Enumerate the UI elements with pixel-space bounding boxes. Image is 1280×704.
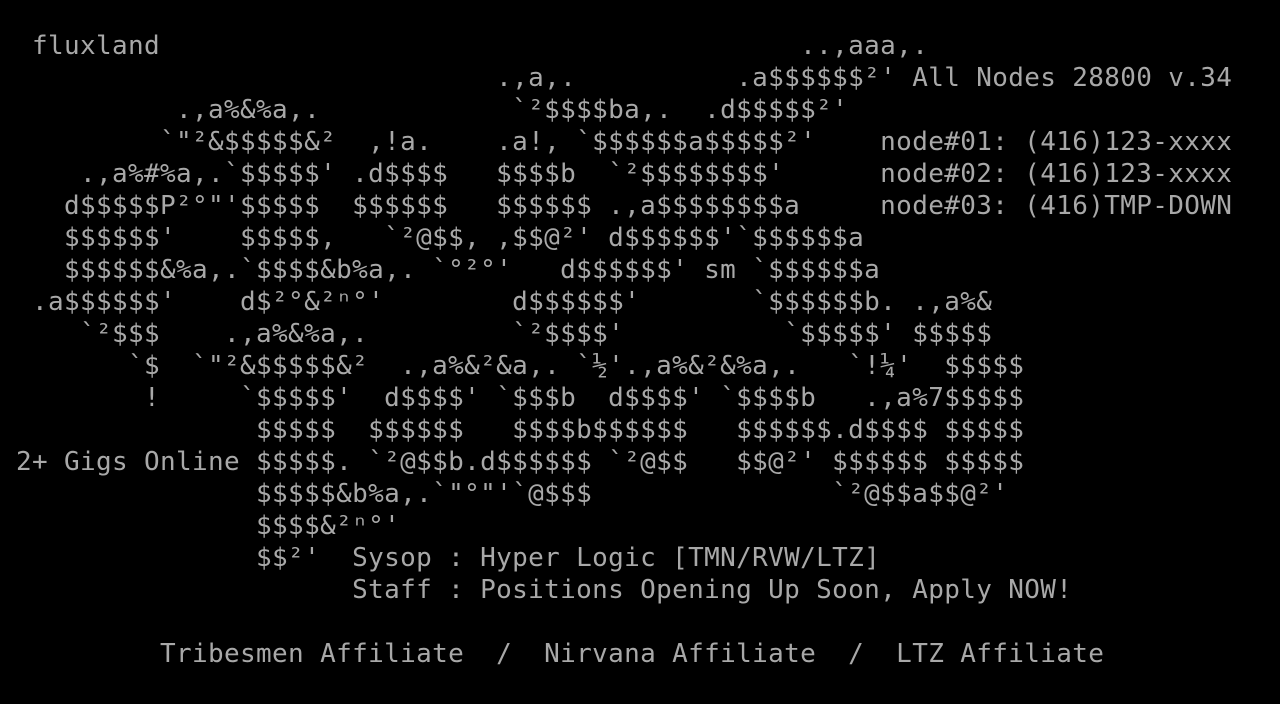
screen-line-04: `"²&$$$$$&² ,!a. .a!, `$$$$$$a$$$$$²' no… [0, 127, 1233, 157]
screen-line-12: ! `$$$$$' d$$$$' `$$$b d$$$$' `$$$$b .,a… [0, 383, 1025, 413]
screen-line-01: fluxland ..,aaa,. [0, 31, 929, 61]
bbs-ansi-screen: fluxland ..,aaa,. .,a,. .a$$$$$$²' All N… [0, 0, 1280, 704]
screen-line-08: $$$$$$&%a,.`$$$$&b%a,. `°²°' d$$$$$$' sm… [0, 255, 881, 285]
screen-line-13: $$$$$ $$$$$$ $$$$b$$$$$$ $$$$$$.d$$$$ $$… [0, 415, 1025, 445]
screen-line-02: .,a,. .a$$$$$$²' All Nodes 28800 v.34 [0, 63, 1233, 93]
screen-line-14: 2+ Gigs Online $$$$$. `²@$$b.d$$$$$$ `²@… [0, 447, 1025, 477]
screen-line-03: .,a%&%a,. `²$$$$ba,. .d$$$$$²' [0, 95, 849, 125]
affiliates-line: Tribesmen Affiliate / Nirvana Affiliate … [0, 639, 1105, 669]
sysop-line: $$²' Sysop : Hyper Logic [TMN/RVW/LTZ] [0, 543, 881, 573]
screen-line-11: `$ `"²&$$$$$&² .,a%&²&a,. `½'.,a%&²&%a,.… [0, 351, 1025, 381]
screen-line-05: .,a%#%a,.`$$$$$' .d$$$$ $$$$b `²$$$$$$$$… [0, 159, 1233, 189]
screen-line-15: $$$$$&b%a,.`"°"'`@$$$ `²@$$a$$@²' [0, 479, 1009, 509]
screen-line-09: .a$$$$$$' d$²°&²ⁿ°' d$$$$$$' `$$$$$$b. .… [0, 287, 993, 317]
screen-line-07: $$$$$$' $$$$$, `²@$$, ,$$@²' d$$$$$$'`$$… [0, 223, 865, 253]
staff-line: Staff : Positions Opening Up Soon, Apply… [0, 575, 1073, 605]
screen-line-16: $$$$&²ⁿ°' [0, 511, 401, 541]
screen-line-10: `²$$$ .,a%&%a,. `²$$$$' `$$$$$' $$$$$ [0, 319, 993, 349]
screen-line-06: d$$$$$P²°"'$$$$$ $$$$$$ $$$$$$ .,a$$$$$$… [0, 191, 1233, 221]
